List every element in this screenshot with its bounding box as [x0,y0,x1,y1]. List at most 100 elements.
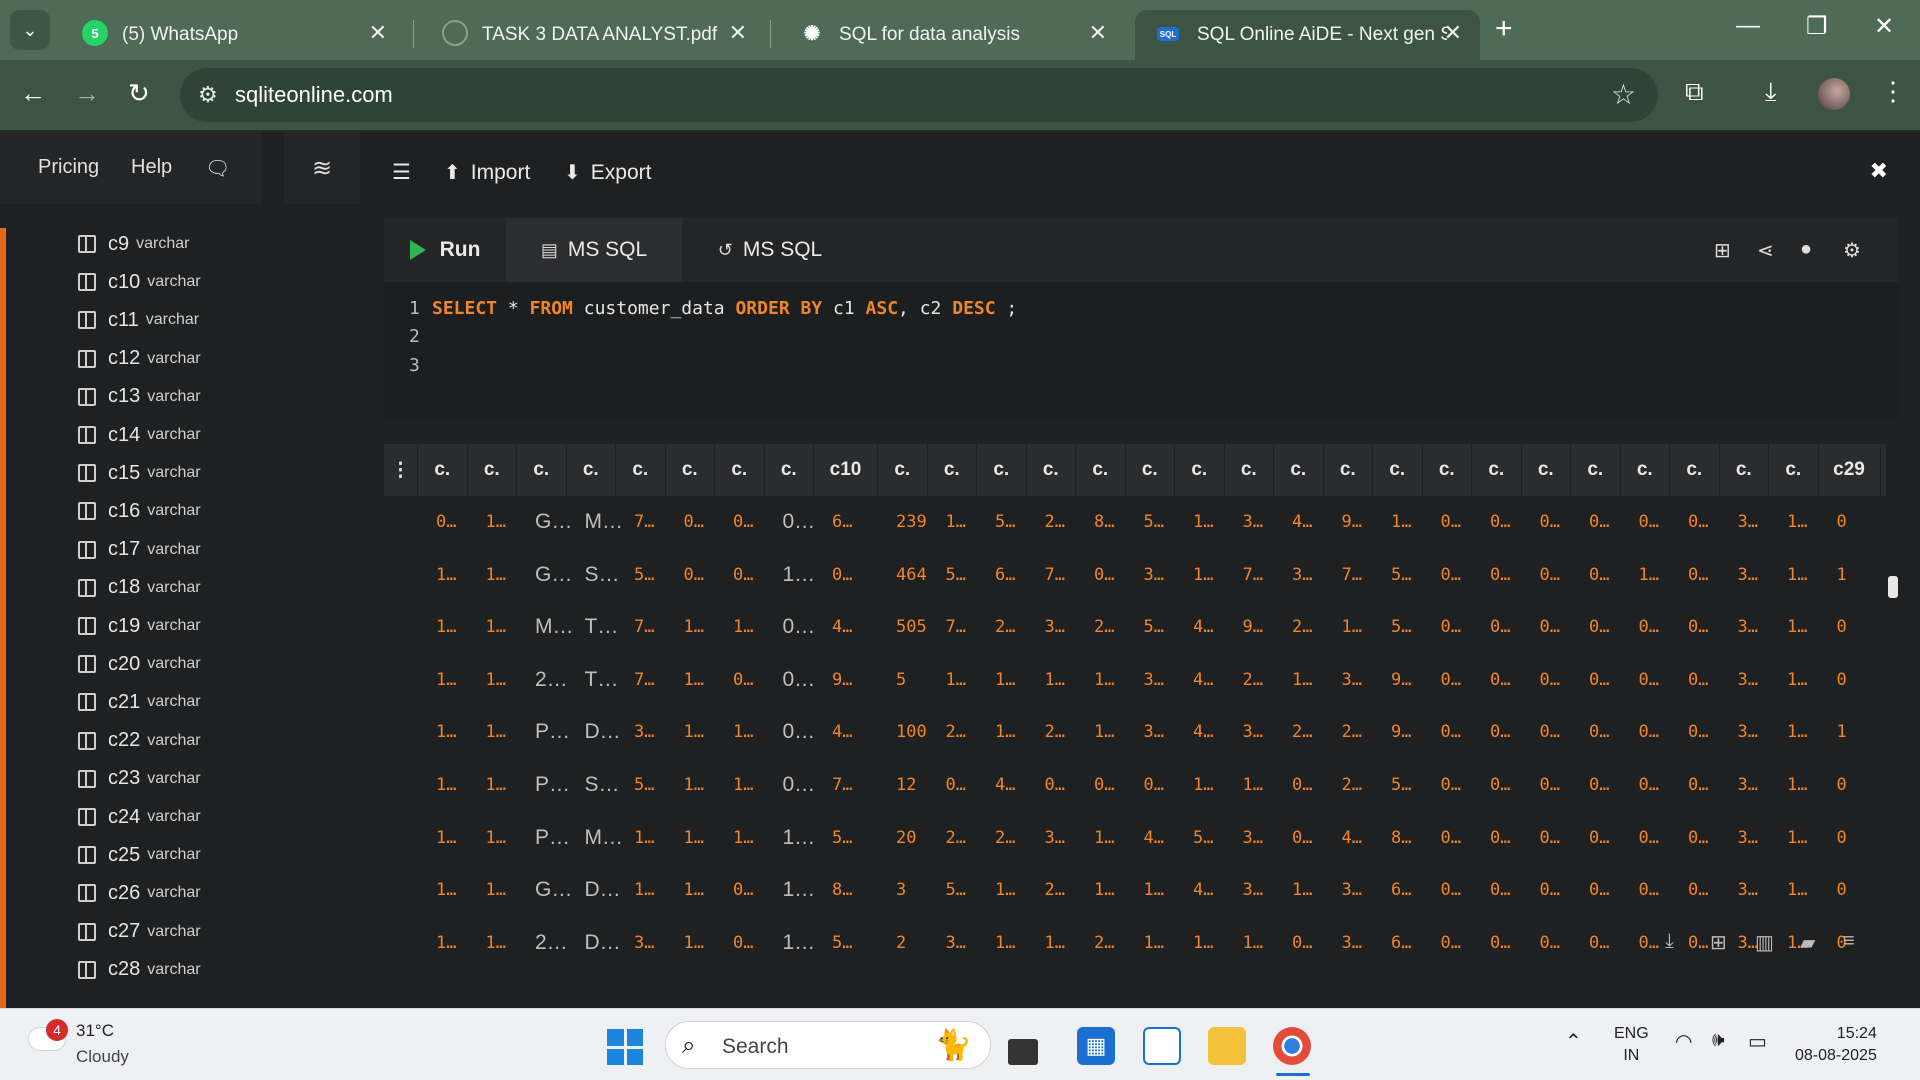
table-cell[interactable]: 0… [1144,759,1164,811]
table-cell[interactable]: 2… [1342,706,1362,758]
table-cell[interactable]: 0… [733,864,753,916]
table-cell[interactable]: 1… [684,654,704,706]
table-cell[interactable]: 5… [946,549,966,601]
column-header[interactable]: c. [1769,444,1819,496]
column-item[interactable]: c9 varchar [78,228,189,260]
table-cell[interactable]: 2 [896,917,906,969]
table-cell[interactable]: 1… [1787,706,1807,758]
table-cell[interactable]: 0… [436,496,456,548]
table-cell[interactable]: 5… [634,549,654,601]
table-cell[interactable]: P… [535,812,570,864]
table-cell[interactable]: D… [585,706,621,758]
column-header[interactable]: c. [666,444,715,496]
table-cell[interactable]: 1… [1094,812,1114,864]
add-tab-icon[interactable]: ⊞ [1714,238,1731,263]
column-header[interactable]: c. [1175,444,1225,496]
table-cell[interactable]: G… [535,496,572,548]
download-icon[interactable]: ⤓ [1765,76,1777,108]
table-cell[interactable]: 4… [995,759,1015,811]
table-cell[interactable]: 3… [1738,864,1758,916]
table-cell[interactable]: 1… [486,706,506,758]
table-cell[interactable]: 3… [946,917,966,969]
restore-button[interactable]: ❐ [1806,12,1828,41]
table-cell[interactable]: G… [535,549,572,601]
table-cell[interactable]: 0… [783,654,816,706]
table-cell[interactable]: 0… [1688,654,1708,706]
column-item[interactable]: c23 varchar [78,763,201,795]
table-cell[interactable]: 12 [896,759,916,811]
chart-icon[interactable]: ▥ [1755,930,1774,955]
table-cell[interactable]: 3… [1342,654,1362,706]
column-header[interactable]: c. [1274,444,1324,496]
table-cell[interactable]: 6… [1391,864,1411,916]
table-row[interactable]: 1… 1… G… D… 1… 1… 0… 1… 8… 3 5… 1… 2… 1… 1… 4… 3… 1… 3… 6… 0… [384,864,1886,916]
column-item[interactable]: c26 varchar [78,877,201,909]
tab-pdf[interactable]: TASK 3 DATA ANALYST.pdf ✕ [420,10,765,60]
table-cell[interactable]: 1… [1292,864,1312,916]
table-cell[interactable]: 1… [486,601,506,653]
table-cell[interactable]: 6… [1391,917,1411,969]
table-cell[interactable]: 1… [1193,917,1213,969]
table-cell[interactable]: 0… [1441,601,1461,653]
table-cell[interactable]: 1… [1094,706,1114,758]
code-area[interactable]: 1 2 3 SELECT * FROM customer_data ORDER … [384,282,1898,418]
weather-temp[interactable]: 31°C [76,1021,114,1041]
table-cell[interactable]: 9… [1391,706,1411,758]
table-cell[interactable]: 2… [1292,601,1312,653]
table-cell[interactable]: 5… [634,759,654,811]
column-header[interactable]: c10 [814,444,878,496]
table-cell[interactable]: 1… [995,917,1015,969]
user-icon[interactable]: ● [1800,238,1812,261]
table-cell[interactable]: 0… [1490,706,1510,758]
table-cell[interactable]: 2… [995,601,1015,653]
table-cell[interactable]: 5… [1144,601,1164,653]
table-cell[interactable]: 0… [1292,812,1312,864]
table-cell[interactable]: 3… [1144,654,1164,706]
table-cell[interactable]: 9… [1391,654,1411,706]
table-cell[interactable]: 0… [1688,759,1708,811]
table-cell[interactable]: 0… [783,706,816,758]
table-cell[interactable]: 9… [832,654,852,706]
table-cell[interactable]: 1… [1243,759,1263,811]
table-cell[interactable]: 1… [436,601,456,653]
table-cell[interactable]: 1… [684,812,704,864]
table-cell[interactable]: G… [535,864,572,916]
table-cell[interactable]: 2… [995,812,1015,864]
table-cell[interactable]: 0 [1837,496,1847,548]
table-cell[interactable]: 3… [1342,917,1362,969]
table-cell[interactable]: 1… [436,812,456,864]
column-header[interactable]: c. [1670,444,1720,496]
table-cell[interactable]: 0… [783,496,816,548]
column-header[interactable]: c. [1324,444,1373,496]
table-cell[interactable]: 3… [1243,496,1263,548]
bookmark-star-icon[interactable]: ☆ [1611,78,1636,111]
column-header[interactable]: c. [715,444,765,496]
table-cell[interactable]: 0… [1490,496,1510,548]
table-cell[interactable]: 1… [995,864,1015,916]
table-cell[interactable]: 1… [436,917,456,969]
table-cell[interactable]: 1… [1342,601,1362,653]
table-cell[interactable]: 4… [1193,706,1213,758]
table-cell[interactable]: 4… [1193,601,1213,653]
language-indicator[interactable]: ENG IN [1614,1023,1649,1067]
list-icon[interactable]: ≡ [1843,930,1855,953]
share-icon[interactable]: ⋖ [1757,238,1774,263]
table-cell[interactable]: 8… [1094,496,1114,548]
table-cell[interactable]: 0… [1441,917,1461,969]
table-cell[interactable]: 5… [1193,812,1213,864]
table-cell[interactable]: 0… [1441,706,1461,758]
column-item[interactable]: c16 varchar [78,495,201,527]
table-cell[interactable]: 0… [1589,864,1609,916]
table-cell[interactable]: 3… [1738,654,1758,706]
table-cell[interactable]: 0… [1490,917,1510,969]
table-cell[interactable]: 1… [1787,812,1807,864]
table-cell[interactable]: 0… [1490,601,1510,653]
battery-icon[interactable]: ▭ [1748,1029,1767,1054]
column-header[interactable]: c. [616,444,666,496]
table-cell[interactable]: 1… [1787,549,1807,601]
table-cell[interactable]: 3… [1243,812,1263,864]
table-cell[interactable]: 3… [1738,812,1758,864]
table-cell[interactable]: 4… [1193,654,1213,706]
table-cell[interactable]: 3… [1342,864,1362,916]
table-cell[interactable]: 0… [1441,864,1461,916]
